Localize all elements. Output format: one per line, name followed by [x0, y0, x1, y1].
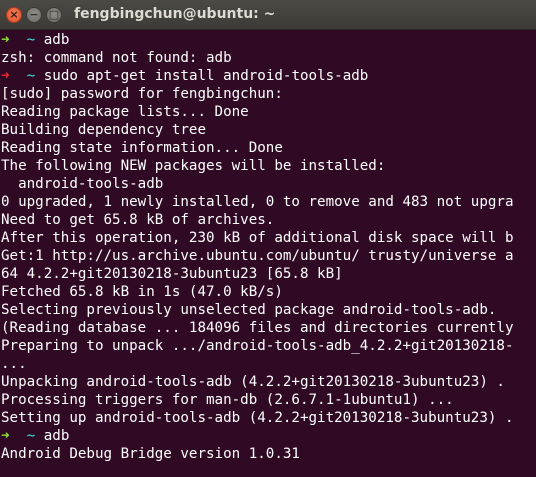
- prompt-cwd: ~: [26, 68, 36, 84]
- output-line: ...: [1, 356, 27, 372]
- output-line: Reading state information... Done: [1, 140, 283, 156]
- output-line: Selecting previously unselected package …: [1, 302, 497, 318]
- prompt-line: ➜ ~ adb: [1, 427, 536, 445]
- output-line: zsh: command not found: adb: [1, 50, 232, 66]
- output-line: (Reading database ... 184096 files and d…: [1, 320, 514, 336]
- output-line: Fetched 65.8 kB in 1s (47.0 kB/s): [1, 284, 283, 300]
- output-line: [sudo] password for fengbingchun:: [1, 86, 283, 102]
- prompt-cwd: ~: [26, 428, 36, 444]
- maximize-window-button[interactable]: □: [46, 7, 62, 23]
- output-line: android-tools-adb: [1, 176, 164, 192]
- output-line: Reading package lists... Done: [1, 104, 249, 120]
- prompt-arrow-success-icon: ➜: [1, 32, 10, 48]
- minimize-window-button[interactable]: −: [26, 7, 42, 23]
- output-line: Setting up android-tools-adb (4.2.2+git2…: [1, 410, 514, 426]
- window-title: fengbingchun@ubuntu: ~: [74, 6, 276, 22]
- terminal-window: × − □ fengbingchun@ubuntu: ~ ➜ ~ adb zsh:…: [0, 0, 536, 477]
- output-line: Unpacking android-tools-adb (4.2.2+git20…: [1, 374, 505, 390]
- prompt-arrow-error-icon: ➜: [1, 68, 10, 84]
- command-text: adb: [43, 32, 70, 48]
- terminal-output[interactable]: ➜ ~ adb zsh: command not found: adb ➜ ~ su…: [1, 30, 536, 477]
- output-line: Preparing to unpack .../android-tools-ad…: [1, 338, 514, 354]
- output-line: Get:1 http://us.archive.ubuntu.com/ubunt…: [1, 248, 514, 264]
- command-text: sudo apt-get install android-tools-adb: [43, 68, 369, 84]
- output-line: Building dependency tree: [1, 122, 206, 138]
- output-line: The following NEW packages will be insta…: [1, 158, 386, 174]
- prompt-arrow-success-icon: ➜: [1, 428, 10, 444]
- title-bar[interactable]: × − □ fengbingchun@ubuntu: ~: [0, 0, 536, 30]
- output-line: 64 4.2.2+git20130218-3ubuntu23 [65.8 kB]: [1, 266, 343, 282]
- output-line: Need to get 65.8 kB of archives.: [1, 212, 275, 228]
- output-line: After this operation, 230 kB of addition…: [1, 230, 514, 246]
- output-line: Android Debug Bridge version 1.0.31: [1, 446, 300, 462]
- prompt-line: ➜ ~ sudo apt-get install android-tools-a…: [1, 67, 536, 85]
- close-window-button[interactable]: ×: [6, 7, 22, 23]
- output-line: 0 upgraded, 1 newly installed, 0 to remo…: [1, 194, 514, 210]
- command-text: adb: [43, 428, 70, 444]
- prompt-line: ➜ ~ adb: [1, 31, 536, 49]
- prompt-cwd: ~: [26, 32, 36, 48]
- output-line: Processing triggers for man-db (2.6.7.1-…: [1, 392, 454, 408]
